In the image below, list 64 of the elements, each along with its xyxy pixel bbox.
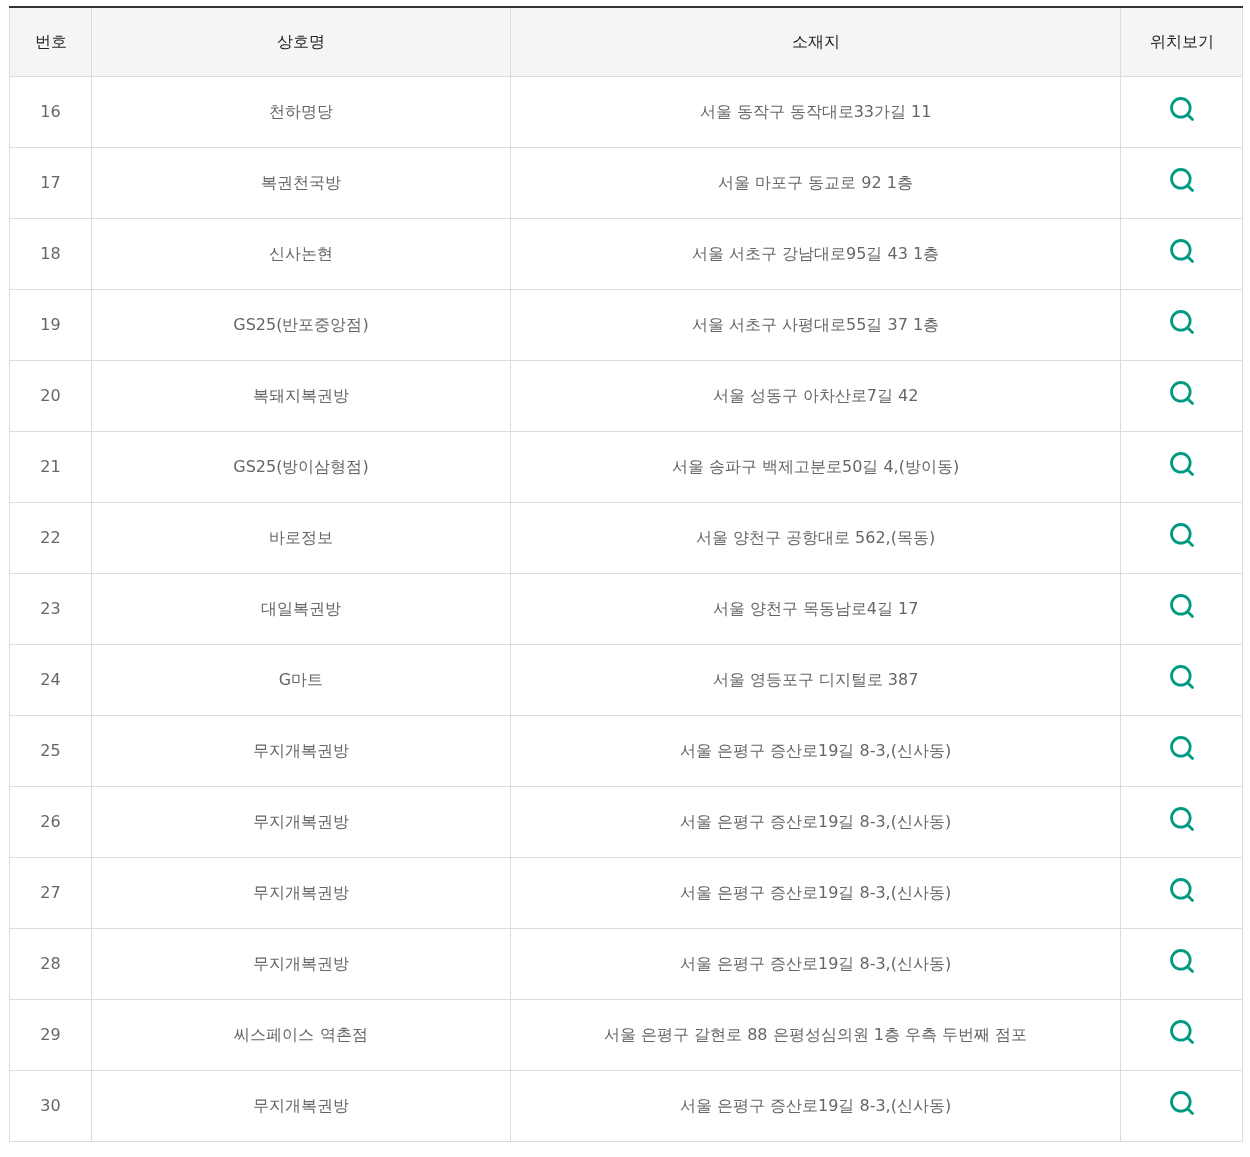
search-icon [1167, 733, 1196, 762]
search-icon [1167, 662, 1196, 691]
table-cell: G마트 [91, 644, 511, 715]
search-icon [1167, 946, 1196, 975]
column-header: 소재지 [510, 7, 1121, 76]
search-icon [1167, 875, 1196, 904]
search-icon [1167, 236, 1196, 265]
table-cell: 16 [9, 76, 92, 147]
search-icon [1167, 165, 1196, 194]
table-cell: 서울 은평구 증산로19길 8-3,(신사동) [510, 786, 1121, 857]
table-cell: 21 [9, 431, 92, 502]
search-icon [1167, 804, 1196, 833]
table-cell: GS25(방이삼형점) [91, 431, 511, 502]
search-icon [1167, 307, 1196, 336]
table-cell: 바로정보 [91, 502, 511, 573]
table-cell: 무지개복권방 [91, 786, 511, 857]
table-cell: 서울 은평구 증산로19길 8-3,(신사동) [510, 928, 1121, 999]
table-cell: 신사논현 [91, 218, 511, 289]
table-cell: 무지개복권방 [91, 928, 511, 999]
table-cell: 23 [9, 573, 92, 644]
search-icon [1167, 591, 1196, 620]
table-cell: 서울 은평구 증산로19길 8-3,(신사동) [510, 1070, 1121, 1141]
table-cell: 무지개복권방 [91, 857, 511, 928]
table-cell: 19 [9, 289, 92, 360]
table-cell: 18 [9, 218, 92, 289]
table-cell: 복권천국방 [91, 147, 511, 218]
table-cell: 17 [9, 147, 92, 218]
table-cell: 서울 은평구 증산로19길 8-3,(신사동) [510, 715, 1121, 786]
table-cell: 서울 양천구 공항대로 562,(목동) [510, 502, 1121, 573]
table-cell: 24 [9, 644, 92, 715]
table-cell: 무지개복권방 [91, 715, 511, 786]
table-cell: 무지개복권방 [91, 1070, 511, 1141]
table-cell: 서울 서초구 사평대로55길 37 1층 [510, 289, 1121, 360]
table-cell: GS25(반포중앙점) [91, 289, 511, 360]
table-cell: 서울 영등포구 디지털로 387 [510, 644, 1121, 715]
table-cell: 서울 성동구 아차산로7길 42 [510, 360, 1121, 431]
table-cell: 25 [9, 715, 92, 786]
search-icon [1167, 378, 1196, 407]
table-cell: 30 [9, 1070, 92, 1141]
table-cell: 22 [9, 502, 92, 573]
table-cell: 20 [9, 360, 92, 431]
table-cell: 29 [9, 999, 92, 1070]
table-cell: 대일복권방 [91, 573, 511, 644]
table-cell: 복돼지복권방 [91, 360, 511, 431]
search-icon [1167, 94, 1196, 123]
column-header: 위치보기 [1120, 7, 1243, 76]
column-header: 상호명 [91, 7, 511, 76]
column-header: 번호 [9, 7, 92, 76]
table-cell: 26 [9, 786, 92, 857]
table-cell: 씨스페이스 역촌점 [91, 999, 511, 1070]
table-cell: 서울 동작구 동작대로33가길 11 [510, 76, 1121, 147]
table-cell: 27 [9, 857, 92, 928]
search-icon [1167, 520, 1196, 549]
table-cell: 서울 마포구 동교로 92 1층 [510, 147, 1121, 218]
search-icon [1167, 1088, 1196, 1117]
table-cell: 서울 송파구 백제고분로50길 4,(방이동) [510, 431, 1121, 502]
table-cell: 천하명당 [91, 76, 511, 147]
table-cell: 서울 은평구 갈현로 88 은평성심의원 1층 우측 두번째 점포 [510, 999, 1121, 1070]
table-cell: 서울 서초구 강남대로95길 43 1층 [510, 218, 1121, 289]
search-icon [1167, 449, 1196, 478]
table-cell: 서울 은평구 증산로19길 8-3,(신사동) [510, 857, 1121, 928]
table-cell: 서울 양천구 목동남로4길 17 [510, 573, 1121, 644]
search-icon [1167, 1017, 1196, 1046]
table-cell: 28 [9, 928, 92, 999]
